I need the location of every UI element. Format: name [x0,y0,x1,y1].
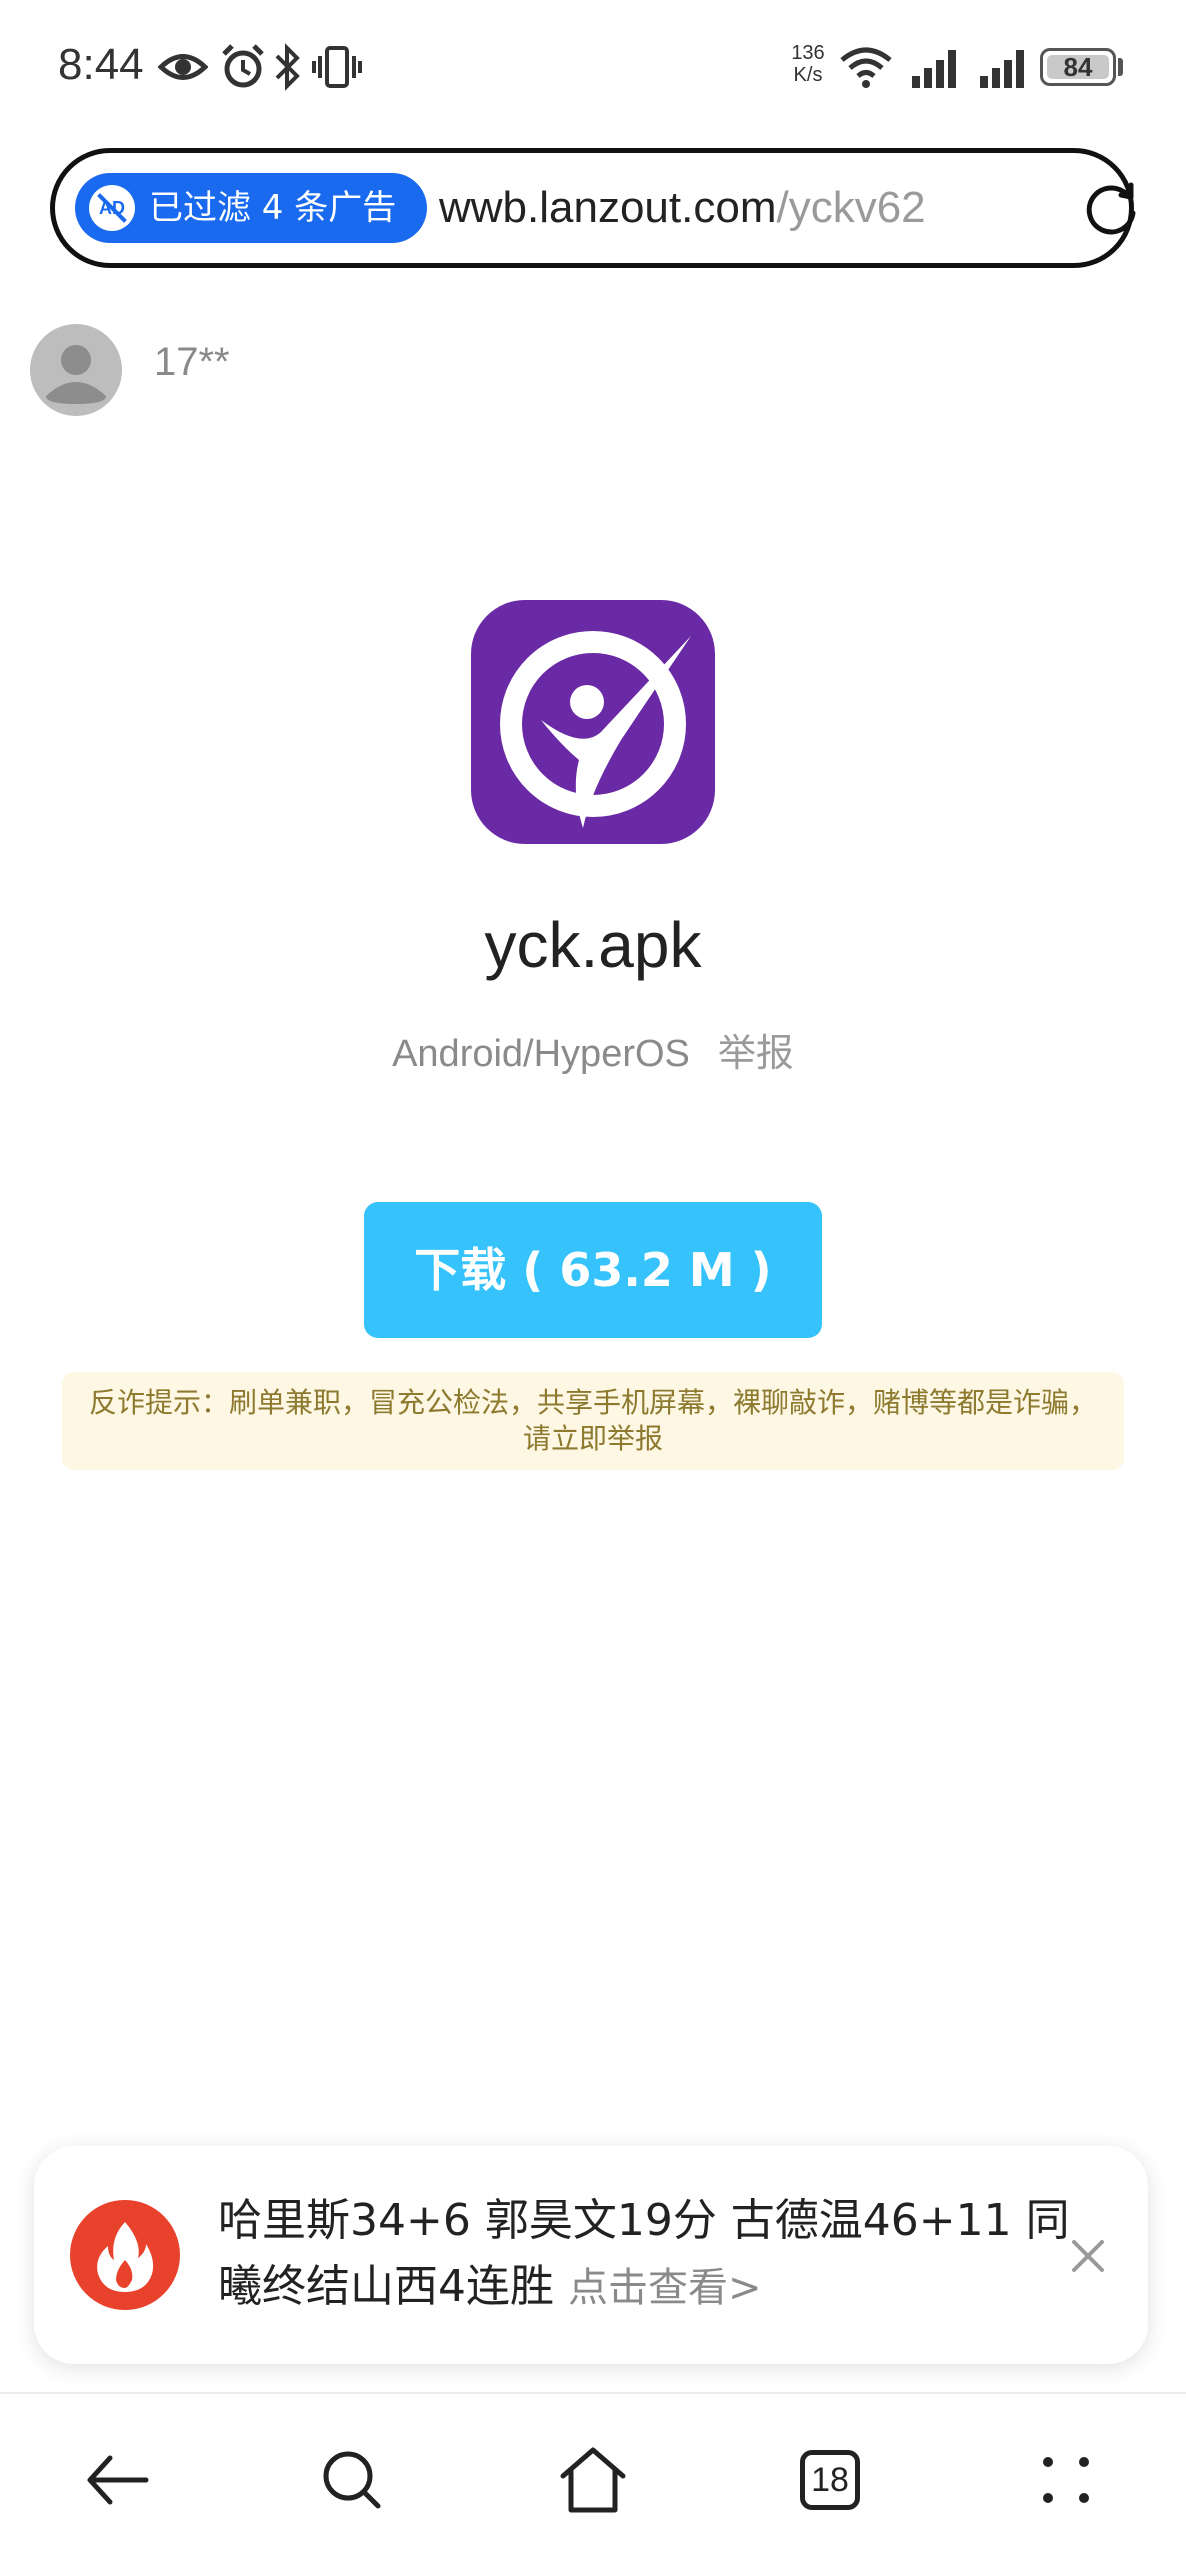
bottom-nav-divider [0,2392,1186,2394]
news-headline[interactable]: 哈里斯34+6 郭昊文19分 古德温46+11 同曦终结山西4连胜 点击查看> [218,2188,1078,2321]
close-icon[interactable] [1068,2236,1108,2276]
wifi-icon [840,47,892,88]
net-speed-value: 136 [791,42,825,64]
url-path: /yckv62 [776,183,926,232]
url-text[interactable]: wwb.lanzout.com/yckv62 [439,173,1049,243]
status-bar: 8:44 136 K/s 84 [0,0,1186,130]
battery-tip [1118,58,1123,76]
address-bar[interactable]: AD 已过滤 4 条广告 wwb.lanzout.com/yckv62 [50,148,1136,268]
home-icon[interactable] [553,2440,633,2520]
vibrate-icon [312,46,362,88]
fire-icon [70,2200,180,2310]
ad-block-icon: AD [89,185,135,231]
tab-count: 18 [800,2450,860,2510]
alarm-icon [222,44,264,88]
back-icon[interactable] [78,2440,158,2520]
net-speed: 136 K/s [786,42,830,86]
signal-icon [912,50,956,88]
eye-icon [158,54,208,80]
battery-level: 84 [1063,52,1093,82]
username: 17** [154,340,230,384]
status-time: 8:44 [58,40,144,89]
bluetooth-icon [275,43,300,91]
user-icon [46,345,106,404]
net-speed-unit: K/s [793,64,823,86]
avatar[interactable] [30,324,122,416]
signal-icon [980,50,1024,88]
ad-filter-text: 已过滤 4 条广告 [149,188,397,228]
anti-fraud-warning: 反诈提示：刷单兼职，冒充公检法，共享手机屏幕，裸聊敲诈，赌博等都是诈骗，请立即举… [62,1372,1124,1470]
platform-label: Android/HyperOS [392,1033,690,1075]
tabs-button[interactable]: 18 [790,2440,870,2520]
app-logo-icon [500,631,691,828]
reload-icon[interactable] [1081,179,1141,239]
news-notification-card[interactable]: 哈里斯34+6 郭昊文19分 古德温46+11 同曦终结山西4连胜 点击查看> [34,2146,1148,2364]
app-icon [471,600,715,844]
more-menu-icon[interactable] [1026,2440,1106,2520]
news-more-link[interactable]: 点击查看> [568,2265,762,2311]
report-link[interactable]: 举报 [718,1031,794,1075]
file-meta: Android/HyperOS 举报 [0,1022,1186,1077]
battery-icon: 84 [1040,48,1116,86]
url-host: wwb.lanzout.com [439,183,777,232]
ad-filter-badge[interactable]: AD 已过滤 4 条广告 [75,173,427,243]
file-name: yck.apk [484,909,702,981]
download-button[interactable]: 下载 ( 63.2 M ) [364,1202,822,1338]
search-icon[interactable] [312,2440,392,2520]
